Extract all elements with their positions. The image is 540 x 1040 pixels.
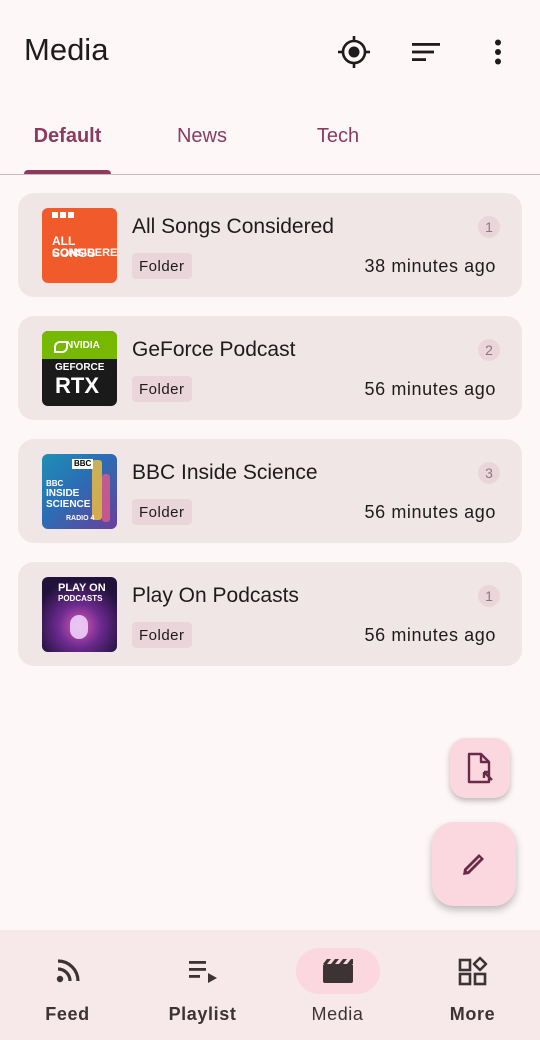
page-title: Media [24,32,109,67]
updated-time: 38 minutes ago [364,256,496,276]
bottom-navigation: Feed Playlist Media More [0,930,540,1040]
locate-icon[interactable] [334,32,374,72]
unread-count-badge: 1 [478,216,500,238]
import-file-button[interactable] [450,738,510,798]
widgets-icon [431,948,515,994]
edit-pencil-icon [459,849,489,879]
podcast-artwork: ALL SONGS CONSIDERED [42,208,117,283]
movie-icon [295,948,380,994]
feed-title: GeForce Podcast [132,338,296,361]
updated-time: 56 minutes ago [364,625,496,645]
nav-more[interactable]: More [405,930,540,1040]
nav-label: Feed [45,1004,90,1024]
feed-title: Play On Podcasts [132,584,299,607]
artwork-text: CONSIDERED [52,247,117,259]
artwork-text: BBC [72,459,94,469]
tab-bar: Default News Tech [0,108,540,175]
top-app-bar: Media [0,0,540,100]
artwork-text: GEFORCE [55,362,105,373]
nav-label: Media [311,1004,364,1024]
nav-label: More [449,1004,496,1024]
nav-media[interactable]: Media [270,930,405,1040]
tab-tech[interactable]: Tech [296,108,380,174]
unread-count-badge: 1 [478,585,500,607]
podcast-artwork: BBC BBC INSIDE SCIENCE RADIO 4 [42,454,117,529]
unread-count-badge: 2 [478,339,500,361]
unread-count-badge: 3 [478,462,500,484]
folder-chip: Folder [132,253,192,279]
artwork-text: RTX [55,373,99,398]
artwork-text: PLAY ON [58,582,106,594]
folder-chip: Folder [132,622,192,648]
edit-button[interactable] [432,822,516,906]
active-tab-indicator [24,170,111,174]
updated-time: 56 minutes ago [364,502,496,522]
feed-title: All Songs Considered [132,215,334,238]
podcast-artwork: PLAY ON PODCASTS [42,577,117,652]
artwork-text: INSIDE [46,488,80,499]
updated-time: 56 minutes ago [364,379,496,399]
folder-chip: Folder [132,376,192,402]
file-import-icon [465,752,495,784]
nav-playlist[interactable]: Playlist [135,930,270,1040]
artwork-text: SCIENCE [46,499,91,510]
tab-label: Default [33,124,102,147]
more-vert-icon[interactable] [478,32,518,72]
podcast-artwork: NVIDIA GEFORCE RTX [42,331,117,406]
artwork-text: BBC [46,479,64,488]
feed-title: BBC Inside Science [132,461,318,484]
playlist-play-icon [161,948,245,994]
tab-default[interactable]: Default [24,108,111,174]
artwork-text: PODCASTS [58,594,103,603]
artwork-text: RADIO 4 [66,515,95,522]
nav-feed[interactable]: Feed [0,930,135,1040]
tab-label: News [176,124,227,147]
feed-card[interactable]: ALL SONGS CONSIDERED All Songs Considere… [18,193,522,297]
tab-news[interactable]: News [160,108,244,174]
folder-chip: Folder [132,499,192,525]
artwork-text: NVIDIA [66,340,100,351]
rss-feed-icon [26,948,110,994]
nav-label: Playlist [168,1004,237,1024]
feed-card[interactable]: BBC BBC INSIDE SCIENCE RADIO 4 BBC Insid… [18,439,522,543]
feed-card[interactable]: NVIDIA GEFORCE RTX GeForce Podcast 2 Fol… [18,316,522,420]
feed-card[interactable]: PLAY ON PODCASTS Play On Podcasts 1 Fold… [18,562,522,666]
sort-icon[interactable] [406,32,446,72]
tab-label: Tech [316,124,360,147]
